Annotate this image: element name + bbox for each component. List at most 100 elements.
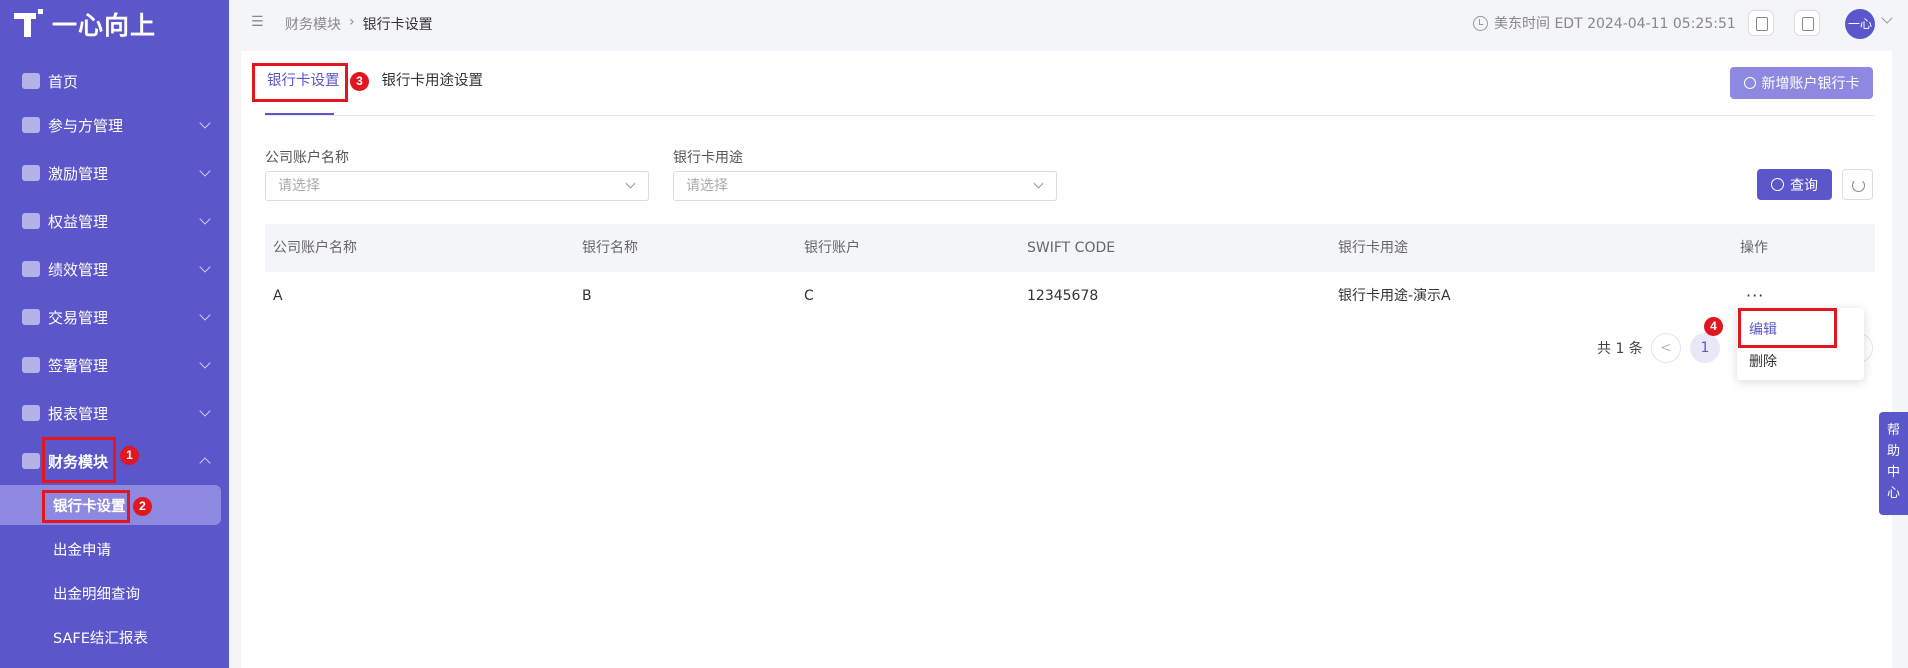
sidebar-item-label: 激励管理 <box>48 164 109 183</box>
sidebar-item-label: 首页 <box>48 72 79 91</box>
sidebar-item-equity[interactable]: 权益管理 <box>0 201 229 241</box>
annotation-badge: 1 <box>120 446 139 465</box>
logo-mark-icon <box>12 9 43 39</box>
annotation-badge: 4 <box>1704 317 1723 336</box>
chevron-down-icon <box>199 165 211 177</box>
chevron-down-icon <box>199 309 211 321</box>
chevron-down-icon <box>199 261 211 273</box>
help-char: 中 <box>1886 465 1900 480</box>
table-cell: 银行卡用途-演示A <box>1338 288 1451 304</box>
pagination-prev-button[interactable]: < <box>1651 333 1681 363</box>
tabs-divider <box>265 115 1875 116</box>
avatar[interactable]: 一心 <box>1845 9 1875 39</box>
pagination-total: 共 1 条 <box>1597 341 1643 357</box>
sidebar-item-finance[interactable]: 财务模块 <box>0 441 229 481</box>
plus-icon <box>1743 77 1756 89</box>
sidebar-item-incentive[interactable]: 激励管理 <box>0 153 229 193</box>
help-char: 心 <box>1886 486 1900 501</box>
column-header: SWIFT CODE <box>1027 240 1116 256</box>
help-center-tab[interactable]: 帮 助 中 心 <box>1879 412 1908 515</box>
finance-icon <box>22 453 40 469</box>
reset-button[interactable] <box>1842 169 1873 200</box>
document-icon[interactable] <box>1794 10 1820 36</box>
sidebar-subitem-withdraw[interactable]: 出金申请 <box>0 529 229 569</box>
usage-select-placeholder: 请选择 <box>686 178 728 194</box>
pagination-page-button[interactable]: 1 <box>1690 333 1720 363</box>
sidebar-item-label: 绩效管理 <box>48 260 109 279</box>
add-bank-card-label: 新增账户银行卡 <box>1761 76 1860 92</box>
column-header: 公司账户名称 <box>273 240 357 256</box>
usage-filter-label: 银行卡用途 <box>673 150 743 166</box>
trade-icon <box>22 309 40 325</box>
chevron-down-icon <box>199 213 211 225</box>
sidebar-subitem-bank-card[interactable]: 银行卡设置 <box>0 485 221 525</box>
add-bank-card-button[interactable]: 新增账户银行卡 <box>1730 67 1873 99</box>
sidebar: 一心向上 首页 参与方管理 激励管理 权益管理 绩效管理 交易管理 签署管理 报… <box>0 0 229 668</box>
participant-icon <box>22 117 40 133</box>
column-header: 银行卡用途 <box>1338 240 1408 256</box>
table-cell: C <box>804 288 814 304</box>
more-actions-icon[interactable]: ··· <box>1746 286 1764 305</box>
equity-icon <box>22 213 40 229</box>
app-logo[interactable]: 一心向上 <box>12 8 156 40</box>
clock-icon <box>1473 15 1488 31</box>
breadcrumb-parent[interactable]: 财务模块 <box>285 14 341 34</box>
sidebar-subitem-safe-report[interactable]: SAFE结汇报表 <box>0 617 229 657</box>
home-icon <box>22 73 40 89</box>
sidebar-subitem-label: 出金申请 <box>53 542 111 559</box>
account-select-placeholder: 请选择 <box>278 178 320 194</box>
account-filter-label: 公司账户名称 <box>265 150 349 166</box>
topbar: ☰ 财务模块 › 银行卡设置 美东时间 EDT 2024-04-11 05:25… <box>229 0 1908 48</box>
chevron-down-icon <box>199 117 211 129</box>
sidebar-item-label: 财务模块 <box>48 452 109 471</box>
chevron-down-icon <box>199 357 211 369</box>
task-icon[interactable] <box>1748 10 1774 36</box>
account-select[interactable]: 请选择 <box>265 171 649 201</box>
sidebar-item-participants[interactable]: 参与方管理 <box>0 105 229 145</box>
chevron-down-icon <box>199 405 211 417</box>
chevron-down-icon <box>1033 178 1044 189</box>
column-header: 银行名称 <box>582 240 638 256</box>
sidebar-subitem-label: 出金明细查询 <box>53 586 140 603</box>
help-char: 帮 <box>1886 423 1900 438</box>
sidebar-subitem-label: SAFE结汇报表 <box>53 630 148 647</box>
table-cell: A <box>273 288 283 304</box>
annotation-badge: 2 <box>133 497 152 516</box>
sidebar-item-label: 权益管理 <box>48 212 109 231</box>
sign-icon <box>22 357 40 373</box>
sidebar-subitem-withdraw-detail[interactable]: 出金明细查询 <box>0 573 229 613</box>
performance-icon <box>22 261 40 277</box>
sidebar-item-performance[interactable]: 绩效管理 <box>0 249 229 289</box>
menu-collapse-icon[interactable]: ☰ <box>251 14 267 30</box>
clock-display: 美东时间 EDT 2024-04-11 05:25:51 <box>1473 13 1736 33</box>
sidebar-item-home[interactable]: 首页 <box>0 61 229 101</box>
edit-menu-item[interactable]: 编辑 <box>1737 314 1864 346</box>
breadcrumb-current: 银行卡设置 <box>362 17 433 33</box>
tab-bank-card-usage[interactable]: 银行卡用途设置 <box>382 68 484 94</box>
row-actions-dropdown: 编辑 删除 <box>1737 308 1864 380</box>
sidebar-item-label: 签署管理 <box>48 356 109 375</box>
sidebar-item-sign[interactable]: 签署管理 <box>0 345 229 385</box>
brand-name: 一心向上 <box>52 11 157 40</box>
table-cell: B <box>582 288 592 304</box>
sidebar-item-label: 报表管理 <box>48 404 109 423</box>
usage-select[interactable]: 请选择 <box>673 171 1057 201</box>
sidebar-item-label: 参与方管理 <box>48 116 124 135</box>
sidebar-item-report[interactable]: 报表管理 <box>0 393 229 433</box>
sidebar-item-label: 交易管理 <box>48 308 109 327</box>
chevron-down-icon <box>625 178 636 189</box>
annotation-badge: 3 <box>350 72 369 91</box>
query-label: 查询 <box>1790 177 1818 194</box>
chevron-up-icon <box>199 457 211 469</box>
search-icon <box>1771 178 1784 191</box>
main-card: 银行卡设置 银行卡用途设置 新增账户银行卡 公司账户名称 请选择 银行卡用途 请… <box>241 51 1892 668</box>
query-button[interactable]: 查询 <box>1757 169 1832 200</box>
delete-menu-item[interactable]: 删除 <box>1737 346 1864 378</box>
sidebar-subitem-label: 银行卡设置 <box>53 498 126 515</box>
sidebar-item-trade[interactable]: 交易管理 <box>0 297 229 337</box>
chevron-down-icon[interactable] <box>1881 12 1893 24</box>
tab-bank-card[interactable]: 银行卡设置 <box>267 68 340 94</box>
column-header: 银行账户 <box>804 240 860 256</box>
column-header: 操作 <box>1740 240 1768 256</box>
help-char: 助 <box>1886 444 1900 459</box>
